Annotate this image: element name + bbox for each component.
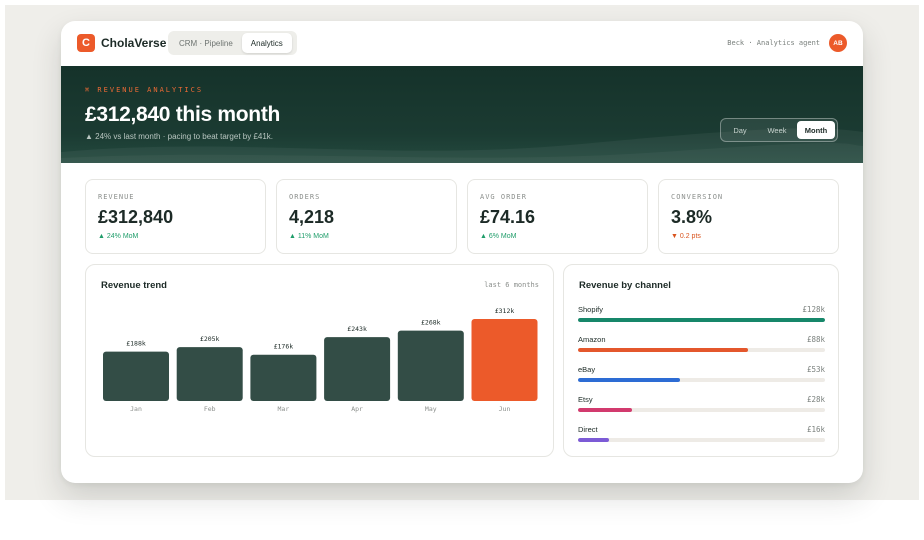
revenue-trend-chart: £188k Jan £205k Feb £176k Mar £243k Apr £268k May… (103, 307, 538, 413)
range-month-button[interactable]: Month (797, 121, 835, 139)
channel-name: eBay (578, 365, 596, 374)
hero-subtitle: ▲ 24% vs last month · pacing to beat tar… (85, 132, 274, 141)
trend-bar-may[interactable] (397, 330, 464, 401)
channel-name: Shopify (578, 305, 604, 314)
kpi-value: £312,840 (98, 207, 174, 227)
kpi-label: AVG ORDER (480, 193, 527, 201)
panel-meta: last 6 months (484, 281, 539, 289)
channel-name: Etsy (578, 395, 593, 404)
channel-value: £128k (802, 305, 825, 314)
bar-value-label: £312k (495, 307, 515, 315)
trend-bar-jan[interactable] (103, 351, 169, 401)
channel-row-shopify[interactable]: Shopify £128k (578, 305, 825, 327)
bar-value-label: £205k (200, 335, 220, 343)
channel-row-direct[interactable]: Direct £16k (578, 425, 825, 447)
kpi-card-revenue[interactable]: REVENUE £312,840 ▲ 24% MoM (85, 179, 266, 254)
channel-bar-track (578, 408, 825, 412)
channel-row-amazon[interactable]: Amazon £88k (578, 335, 825, 357)
channel-bar-track (578, 438, 825, 442)
revenue-by-channel-panel: Revenue by channel Shopify £128k Amazon £88… (563, 264, 839, 457)
panel-title: Revenue by channel (579, 280, 671, 291)
revenue-trend-panel: £188k Jan £205k Feb £176k Mar £243k Apr £268k May… (85, 264, 554, 457)
x-axis-tick-label: Apr (351, 405, 363, 413)
hero-eyebrow: ⌘ REVENUE ANALYTICS (85, 86, 204, 94)
channel-value: £28k (806, 395, 825, 404)
channel-bar-fill (578, 348, 748, 352)
x-axis-tick-label: May (425, 405, 437, 413)
bar-value-label: £176k (274, 343, 294, 351)
channel-bar-fill (578, 438, 609, 442)
bar-value-label: £243k (347, 325, 367, 333)
channel-row-etsy[interactable]: Etsy £28k (578, 395, 825, 417)
kpi-label: REVENUE (98, 193, 135, 201)
trend-bar-jun[interactable] (471, 319, 538, 401)
range-week-button[interactable]: Week (757, 121, 797, 139)
range-day-button[interactable]: Day (723, 121, 757, 139)
trend-bar-feb[interactable] (176, 347, 243, 401)
avatar[interactable]: AB (829, 34, 847, 52)
channel-value: £53k (806, 365, 825, 374)
hero-banner: ⌘ REVENUE ANALYTICS £312,840 this month … (61, 66, 863, 163)
kpi-value: £74.16 (480, 207, 536, 227)
kpi-card-conversion[interactable]: CONVERSION 3.8% ▼ 0.2 pts (658, 179, 839, 254)
range-selector: Day Week Month (720, 118, 838, 142)
brand-name: CholaVerse (101, 36, 167, 50)
channel-bar-track (578, 378, 825, 382)
top-bar: C CholaVerse CRM · Pipeline Analytics Be… (61, 21, 863, 66)
channel-name: Direct (578, 425, 598, 434)
channel-bar-fill (578, 408, 633, 412)
bar-value-label: £268k (421, 319, 441, 327)
channel-bar-fill (578, 378, 681, 382)
kpi-value: 3.8% (671, 207, 713, 227)
hero-title: £312,840 this month (85, 103, 281, 126)
kpi-label: CONVERSION (671, 193, 724, 201)
kpi-card-orders[interactable]: ORDERS 4,218 ▲ 11% MoM (276, 179, 457, 254)
x-axis-tick-label: Jun (499, 405, 511, 413)
trend-bar-mar[interactable] (250, 354, 317, 401)
x-axis-tick-label: Feb (204, 405, 216, 413)
channel-name: Amazon (578, 335, 606, 344)
panel-title: Revenue trend (101, 280, 167, 291)
kpi-value: 4,218 (289, 207, 335, 227)
channel-value: £88k (806, 335, 825, 344)
kpi-label: ORDERS (289, 193, 321, 201)
kpi-card-avg-order[interactable]: AVG ORDER £74.16 ▲ 6% MoM (467, 179, 648, 254)
channel-bar-track (578, 348, 825, 352)
kpi-delta: ▲ 11% MoM (289, 233, 329, 240)
kpi-delta: ▼ 0.2 pts (671, 233, 701, 240)
channel-value: £16k (806, 425, 825, 434)
channel-bar-fill (578, 318, 825, 322)
tab-crm-pipeline[interactable]: CRM · Pipeline (170, 33, 242, 53)
agent-label: Beck · Analytics agent (727, 39, 820, 47)
bar-value-label: £188k (126, 340, 146, 348)
trend-bar-apr[interactable] (324, 337, 391, 401)
x-axis-tick-label: Mar (278, 405, 290, 413)
logo-icon: C (77, 34, 95, 52)
kpi-delta: ▲ 6% MoM (480, 233, 517, 240)
tab-analytics[interactable]: Analytics (241, 33, 292, 53)
x-axis-tick-label: Jan (130, 405, 142, 413)
kpi-delta: ▲ 24% MoM (98, 233, 139, 240)
channel-bar-track (578, 318, 825, 322)
view-tabs: CRM · Pipeline Analytics (168, 31, 297, 55)
app-window: C CholaVerse CRM · Pipeline Analytics Be… (61, 21, 863, 483)
channel-row-ebay[interactable]: eBay £53k (578, 365, 825, 387)
